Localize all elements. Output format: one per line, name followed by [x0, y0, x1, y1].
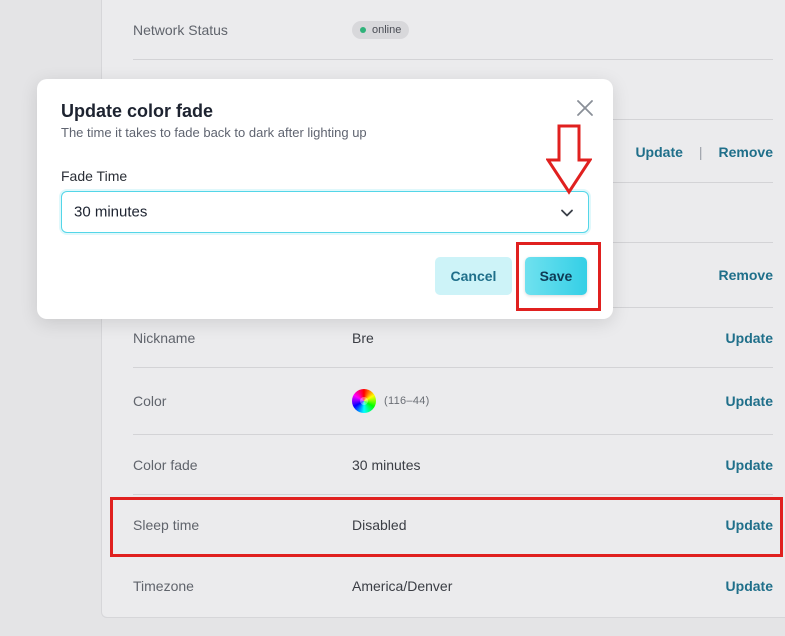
sleep-time-row: Sleep time Disabled Update	[133, 495, 773, 556]
sleep-time-value: Disabled	[352, 517, 407, 533]
status-badge-text: online	[372, 23, 402, 36]
color-fade-update-link[interactable]: Update	[726, 457, 773, 473]
color-fade-value: 30 minutes	[352, 456, 421, 473]
color-code: (116–44)	[384, 395, 430, 407]
fade-time-label: Fade Time	[61, 168, 128, 184]
update-link[interactable]: Update	[635, 144, 682, 160]
timezone-label: Timezone	[133, 578, 194, 594]
fade-time-select[interactable]: 30 minutes	[61, 191, 589, 233]
status-badge: online	[352, 20, 410, 39]
save-button[interactable]: Save	[525, 257, 587, 295]
close-button[interactable]	[574, 97, 596, 119]
color-fade-label: Color fade	[133, 456, 198, 473]
dialog-subtitle: The time it takes to fade back to dark a…	[61, 125, 367, 140]
chevron-down-icon	[561, 209, 573, 217]
nickname-update-link[interactable]: Update	[726, 330, 773, 346]
remove-link-row[interactable]: Remove	[719, 267, 773, 283]
dialog-title: Update color fade	[61, 101, 214, 121]
timezone-update-link[interactable]: Update	[726, 578, 773, 594]
network-status-value: online	[352, 20, 410, 39]
network-status-label: Network Status	[133, 21, 228, 38]
timezone-row: Timezone America/Denver Update	[133, 556, 773, 616]
color-value: (116–44)	[352, 389, 430, 413]
color-fade-row: Color fade 30 minutes Update	[133, 435, 773, 495]
close-icon	[577, 100, 593, 116]
network-status-row: Network Status online	[133, 0, 773, 60]
page: Network Status online Update | Remove Re…	[0, 0, 785, 636]
row-actions: Update | Remove	[635, 144, 773, 160]
sleep-time-label: Sleep time	[133, 517, 200, 533]
color-wheel-icon	[352, 389, 376, 413]
cancel-button[interactable]: Cancel	[435, 257, 512, 295]
sleep-time-update-link[interactable]: Update	[726, 517, 773, 533]
nickname-value: Bre	[352, 329, 374, 346]
color-row: Color (116–44) Update	[133, 368, 773, 435]
remove-link[interactable]: Remove	[719, 144, 773, 160]
color-update-link[interactable]: Update	[726, 393, 773, 409]
timezone-value: America/Denver	[352, 578, 453, 594]
update-color-fade-dialog: Update color fade The time it takes to f…	[37, 79, 613, 319]
action-separator: |	[698, 143, 703, 160]
fade-time-selected-value: 30 minutes	[74, 203, 148, 221]
nickname-label: Nickname	[133, 329, 196, 346]
color-label: Color	[133, 393, 167, 409]
online-dot-icon	[360, 26, 366, 33]
